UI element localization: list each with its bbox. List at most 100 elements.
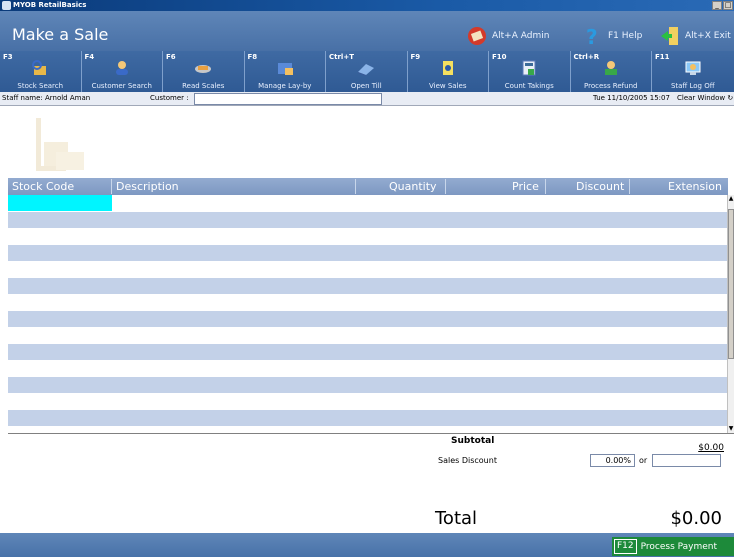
table-row[interactable] bbox=[8, 211, 728, 228]
clear-window-button[interactable]: Clear Window ↻ bbox=[677, 94, 733, 102]
help-button[interactable]: ? F1 Help bbox=[582, 25, 642, 49]
discount-amount-field[interactable] bbox=[652, 454, 721, 467]
till-icon bbox=[357, 60, 375, 76]
manage-layby-button[interactable]: F8 Manage Lay-by bbox=[245, 51, 326, 92]
toolbar-label: Open Till bbox=[350, 82, 382, 90]
scroll-up-icon[interactable]: ▲ bbox=[728, 195, 734, 203]
shortcut-key: Ctrl+R bbox=[573, 53, 600, 61]
maximize-button[interactable]: □ bbox=[723, 1, 733, 10]
column-quantity[interactable]: Quantity bbox=[389, 180, 437, 193]
table-row[interactable] bbox=[8, 277, 728, 294]
scroll-down-icon[interactable]: ▼ bbox=[728, 425, 734, 433]
table-row[interactable] bbox=[8, 327, 728, 344]
svg-text:?: ? bbox=[586, 25, 598, 47]
total-value: $0.00 bbox=[670, 508, 722, 529]
column-extension[interactable]: Extension bbox=[668, 180, 722, 193]
discount-percent-field[interactable]: 0.00% bbox=[590, 454, 635, 467]
table-row[interactable] bbox=[8, 244, 728, 261]
scales-icon bbox=[194, 60, 212, 76]
table-row[interactable] bbox=[8, 376, 728, 393]
function-toolbar: F3 Stock Search F4 Customer Search F6 Re… bbox=[0, 51, 734, 92]
toolbar-label: Customer Search bbox=[91, 82, 152, 90]
table-row[interactable] bbox=[8, 195, 728, 212]
stock-search-icon bbox=[31, 60, 49, 76]
table-body[interactable] bbox=[8, 195, 728, 433]
page-title: Make a Sale bbox=[12, 25, 109, 44]
app-icon bbox=[2, 1, 11, 10]
toolbar-label: Process Refund bbox=[584, 82, 638, 90]
stock-search-button[interactable]: F3 Stock Search bbox=[0, 51, 82, 92]
table-row[interactable] bbox=[8, 343, 728, 360]
layby-icon bbox=[276, 60, 294, 76]
refresh-icon: ↻ bbox=[727, 94, 734, 102]
total-label: Total bbox=[435, 508, 478, 529]
view-sales-button[interactable]: F9 View Sales bbox=[408, 51, 489, 92]
column-divider bbox=[445, 179, 446, 194]
admin-label: Alt+A Admin bbox=[492, 31, 550, 41]
help-icon: ? bbox=[582, 25, 604, 49]
table-row[interactable] bbox=[8, 426, 728, 433]
column-stock-code[interactable]: Stock Code bbox=[12, 180, 74, 193]
column-price[interactable]: Price bbox=[512, 180, 539, 193]
shortcut-key: F6 bbox=[166, 53, 176, 61]
subtotal-value: $0.00 bbox=[698, 443, 724, 453]
shortcut-key: F8 bbox=[247, 53, 258, 61]
customer-search-button[interactable]: F4 Customer Search bbox=[82, 51, 163, 92]
count-takings-icon bbox=[520, 60, 538, 76]
date-time: Tue 11/10/2005 15:07 bbox=[593, 94, 670, 102]
table-row[interactable] bbox=[8, 294, 728, 311]
toolbar-label: Manage Lay-by bbox=[258, 82, 312, 90]
scroll-thumb[interactable] bbox=[728, 209, 734, 359]
column-description[interactable]: Description bbox=[116, 180, 179, 193]
active-stock-code-cell[interactable] bbox=[8, 195, 112, 211]
shortcut-key: F11 bbox=[655, 53, 670, 61]
exit-label: Alt+X Exit bbox=[685, 31, 731, 41]
toolbar-label: Stock Search bbox=[17, 82, 64, 90]
sales-discount-label: Sales Discount bbox=[438, 456, 497, 465]
column-discount[interactable]: Discount bbox=[576, 180, 624, 193]
totals-panel: Subtotal $0.00 Sales Discount 0.00% or T… bbox=[8, 433, 734, 533]
shortcut-key: F3 bbox=[3, 53, 13, 61]
window-title: MYOB RetailBasics bbox=[13, 1, 87, 9]
admin-button[interactable]: Alt+A Admin bbox=[466, 25, 549, 47]
column-divider bbox=[355, 179, 356, 194]
exit-door-icon bbox=[659, 25, 681, 47]
clear-window-label: Clear Window bbox=[677, 94, 726, 102]
customer-search-icon bbox=[113, 60, 131, 76]
log-off-icon bbox=[684, 60, 702, 76]
table-row[interactable] bbox=[8, 393, 728, 410]
shortcut-key: Ctrl+T bbox=[329, 53, 354, 61]
shortcut-key: F10 bbox=[492, 53, 507, 61]
table-row[interactable] bbox=[8, 261, 728, 278]
toolbar-label: View Sales bbox=[429, 82, 467, 90]
product-image-area bbox=[0, 106, 734, 178]
staff-log-off-button[interactable]: F11 Staff Log Off bbox=[652, 51, 734, 92]
table-row[interactable] bbox=[8, 310, 728, 327]
refund-icon bbox=[602, 60, 620, 76]
shortcut-key: F9 bbox=[410, 53, 421, 61]
toolbar-label: Read Scales bbox=[182, 82, 225, 90]
page-header: Make a Sale Alt+A Admin ? F1 Help Alt+X … bbox=[0, 11, 734, 51]
subtotal-label: Subtotal bbox=[451, 436, 495, 446]
exit-button[interactable]: Alt+X Exit bbox=[659, 25, 731, 47]
customer-input[interactable] bbox=[194, 93, 382, 105]
staff-name: Staff name: Arnold Aman bbox=[2, 94, 91, 102]
count-takings-button[interactable]: F10 Count Takings bbox=[489, 51, 571, 92]
read-scales-button[interactable]: F6 Read Scales bbox=[163, 51, 245, 92]
minimize-button[interactable]: _ bbox=[712, 1, 722, 10]
table-row[interactable] bbox=[8, 228, 728, 245]
column-divider bbox=[545, 179, 546, 194]
toolbar-label: Staff Log Off bbox=[670, 82, 715, 90]
process-payment-button[interactable]: F12 Process Payment bbox=[612, 537, 734, 556]
sale-lines-table: Stock Code Description Quantity Price Di… bbox=[8, 178, 728, 433]
table-scrollbar[interactable]: ▲ ▼ bbox=[727, 195, 734, 433]
admin-icon bbox=[466, 25, 488, 47]
shortcut-key: F12 bbox=[614, 539, 637, 554]
table-row[interactable] bbox=[8, 409, 728, 426]
product-placeholder-icon bbox=[36, 118, 84, 171]
process-refund-button[interactable]: Ctrl+R Process Refund bbox=[571, 51, 652, 92]
toolbar-label: Count Takings bbox=[504, 82, 554, 90]
table-row[interactable] bbox=[8, 360, 728, 377]
open-till-button[interactable]: Ctrl+T Open Till bbox=[326, 51, 408, 92]
customer-label: Customer : bbox=[150, 94, 189, 102]
